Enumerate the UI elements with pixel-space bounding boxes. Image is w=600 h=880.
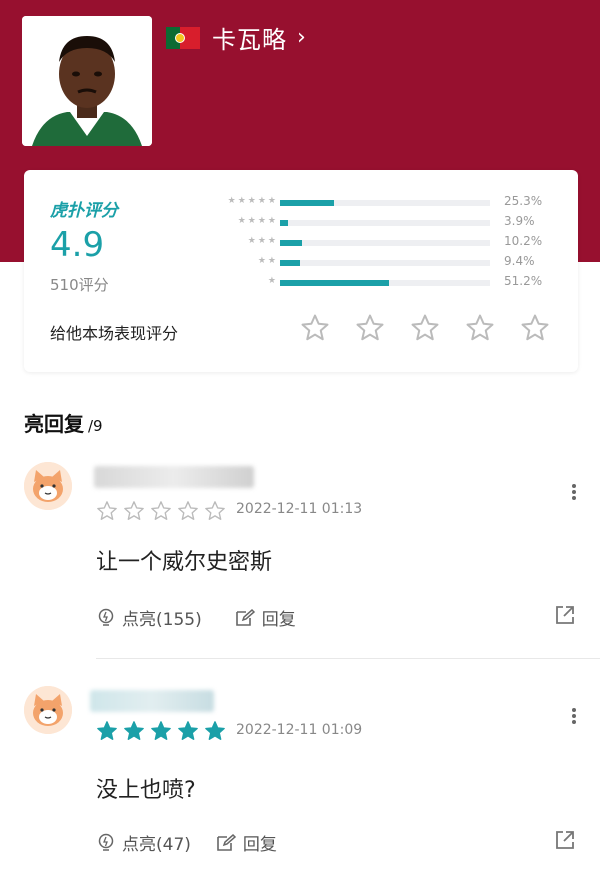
distribution-row: ★★★★ 3.9% [210, 214, 550, 234]
distribution-track [280, 280, 490, 286]
star-icon [97, 721, 117, 740]
username-redacted [90, 690, 214, 712]
chevron-right-icon: › [297, 25, 306, 50]
player-photo [22, 16, 152, 146]
distribution-percent: 3.9% [504, 214, 535, 228]
like-button[interactable]: 点亮(47) [96, 830, 191, 855]
share-icon[interactable] [554, 604, 576, 626]
star-icon [178, 501, 198, 520]
comment-stars [96, 720, 231, 742]
distribution-row: ★★★★★ 25.3% [210, 194, 550, 214]
comment-stars [96, 500, 231, 522]
rating-card: 虎扑评分 4.9 510评分 ★★★★★ 25.3% ★★★★ 3.9% ★★★ 10.2… [24, 170, 578, 372]
distribution-star-label: ★ [267, 276, 278, 286]
distribution-row: ★ 51.2% [210, 274, 550, 294]
distribution-fill [280, 200, 334, 206]
player-title[interactable]: 卡瓦略 › [166, 20, 306, 55]
comment-date: 2022-12-11 01:09 [236, 722, 363, 738]
cat-avatar-icon [24, 462, 72, 510]
like-button[interactable]: 点亮(155) [96, 605, 202, 630]
comment-text: 没上也喷? [96, 778, 196, 803]
distribution-track [280, 220, 490, 226]
rate-star-icon[interactable] [300, 313, 330, 343]
reply-button[interactable]: 回复 [234, 605, 296, 630]
star-icon [205, 501, 225, 520]
star-icon [151, 721, 171, 740]
comment-text: 让一个威尔史密斯 [96, 550, 273, 575]
replies-count: /9 [88, 417, 103, 435]
reply-button[interactable]: 回复 [215, 830, 277, 855]
star-icon [124, 501, 144, 520]
edit-reply-icon [235, 608, 255, 626]
rate-stars [300, 313, 575, 343]
replies-title: 亮回复/9 [24, 408, 103, 437]
distribution-row: ★★★ 10.2% [210, 234, 550, 254]
distribution-star-label: ★★★★ [237, 216, 278, 226]
distribution-track [280, 240, 490, 246]
distribution-fill [280, 240, 302, 246]
distribution-fill [280, 220, 289, 226]
distribution-fill [280, 260, 301, 266]
comment-date: 2022-12-11 01:13 [236, 501, 363, 517]
rate-star-icon[interactable] [465, 313, 495, 343]
username-redacted [94, 466, 254, 488]
more-menu-icon[interactable] [566, 482, 582, 506]
rating-distribution: ★★★★★ 25.3% ★★★★ 3.9% ★★★ 10.2% ★★ 9.4% ★ 51.2% [210, 194, 550, 294]
distribution-percent: 10.2% [504, 234, 543, 248]
rate-star-icon[interactable] [410, 313, 440, 343]
rating-brand: 虎扑评分 [50, 201, 118, 221]
star-icon [205, 721, 225, 740]
comment-actions: 点亮(155) 回复 [96, 605, 328, 630]
distribution-percent: 51.2% [504, 274, 543, 288]
rating-count: 510评分 [50, 276, 109, 294]
like-label: 点亮(47) [122, 835, 191, 855]
rating-score: 4.9 [50, 225, 105, 265]
reply-label: 回复 [242, 835, 277, 855]
rate-star-icon[interactable] [520, 313, 550, 343]
distribution-fill [280, 280, 390, 286]
distribution-percent: 25.3% [504, 194, 543, 208]
rate-star-icon[interactable] [355, 313, 385, 343]
light-bulb-icon [98, 608, 114, 626]
distribution-track [280, 200, 490, 206]
star-icon [97, 501, 117, 520]
reply-label: 回复 [261, 610, 296, 630]
player-name: 卡瓦略 [212, 26, 287, 54]
like-label: 点亮(155) [122, 610, 202, 630]
rate-prompt: 给他本场表现评分 [50, 324, 179, 343]
light-bulb-icon [98, 833, 114, 851]
player-photo-image [22, 16, 152, 146]
portugal-flag-icon [166, 26, 200, 49]
replies-title-text: 亮回复 [24, 412, 84, 436]
avatar[interactable] [24, 686, 72, 734]
star-icon [178, 721, 198, 740]
distribution-percent: 9.4% [504, 254, 535, 268]
divider [96, 658, 600, 659]
distribution-row: ★★ 9.4% [210, 254, 550, 274]
star-icon [151, 501, 171, 520]
avatar[interactable] [24, 462, 72, 510]
distribution-star-label: ★★★★★ [227, 196, 278, 206]
distribution-star-label: ★★ [257, 256, 278, 266]
cat-avatar-icon [24, 686, 72, 734]
more-menu-icon[interactable] [566, 706, 582, 730]
star-icon [124, 721, 144, 740]
edit-reply-icon [217, 833, 237, 851]
comment-actions: 点亮(47) 回复 [96, 830, 309, 855]
distribution-track [280, 260, 490, 266]
distribution-star-label: ★★★ [247, 236, 278, 246]
share-icon[interactable] [554, 829, 576, 851]
